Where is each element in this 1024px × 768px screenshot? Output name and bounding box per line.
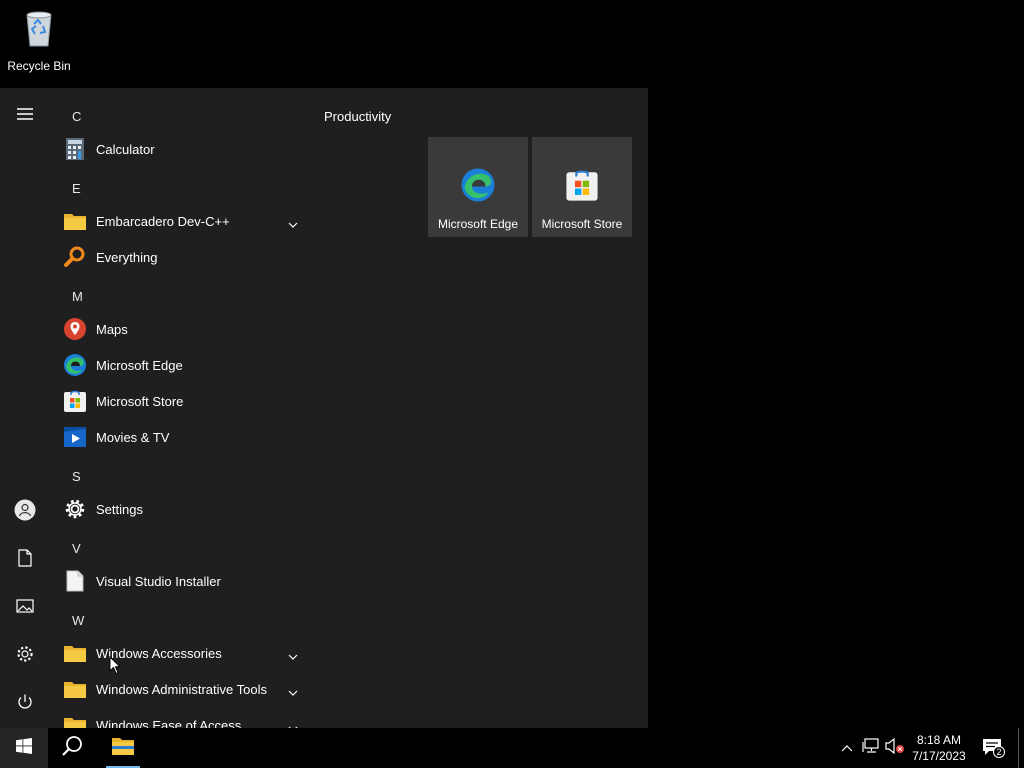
start-button[interactable] bbox=[0, 728, 48, 768]
tile-microsoft-edge[interactable]: Microsoft Edge bbox=[428, 137, 528, 237]
clock[interactable]: 8:18 AM 7/17/2023 bbox=[906, 732, 972, 764]
app-name: Maps bbox=[96, 321, 128, 337]
hamburger-menu-icon bbox=[16, 107, 34, 126]
letter-header-v[interactable]: V bbox=[72, 541, 81, 556]
app-microsoft-store[interactable]: Microsoft Store bbox=[60, 383, 306, 419]
settings-button[interactable] bbox=[0, 632, 50, 680]
power-icon bbox=[16, 693, 34, 716]
show-desktop-button[interactable] bbox=[1018, 728, 1024, 768]
app-visual-studio-installer[interactable]: Visual Studio Installer bbox=[60, 563, 306, 599]
app-name: Movies & TV bbox=[96, 429, 170, 445]
app-windows-ease-of-access[interactable]: Windows Ease of Access bbox=[60, 707, 306, 728]
app-microsoft-edge[interactable]: Microsoft Edge bbox=[60, 347, 306, 383]
documents-button[interactable] bbox=[0, 536, 50, 584]
user-account-icon bbox=[14, 499, 36, 526]
file-explorer-button[interactable] bbox=[100, 728, 146, 768]
network-button[interactable] bbox=[860, 728, 882, 768]
chevron-up-icon bbox=[841, 739, 853, 757]
volume-muted-icon bbox=[885, 737, 905, 759]
app-list: C Calculator E Embarcadero Dev-C++ Every… bbox=[50, 88, 310, 728]
edge-icon bbox=[62, 352, 88, 378]
app-name: Windows Ease of Access bbox=[96, 717, 242, 729]
folder-icon bbox=[62, 640, 88, 666]
settings-gear-icon bbox=[16, 645, 34, 668]
power-button[interactable] bbox=[0, 680, 50, 728]
expand-menu-button[interactable] bbox=[0, 92, 50, 140]
chevron-down-icon[interactable] bbox=[288, 683, 298, 701]
app-windows-administrative-tools[interactable]: Windows Administrative Tools bbox=[60, 671, 306, 707]
app-name: Embarcadero Dev-C++ bbox=[96, 213, 230, 229]
app-calculator[interactable]: Calculator bbox=[60, 131, 306, 167]
desktop-icon-label: Recycle Bin bbox=[7, 59, 71, 73]
app-name: Calculator bbox=[96, 141, 155, 157]
edge-icon bbox=[460, 167, 496, 203]
chevron-down-icon[interactable] bbox=[288, 647, 298, 665]
maps-pin-icon bbox=[62, 316, 88, 342]
tile-microsoft-store[interactable]: Microsoft Store bbox=[532, 137, 632, 237]
show-hidden-icons-button[interactable] bbox=[838, 728, 856, 768]
network-icon bbox=[862, 737, 880, 759]
letter-header-m[interactable]: M bbox=[72, 289, 83, 304]
folder-icon bbox=[62, 208, 88, 234]
documents-icon bbox=[17, 548, 33, 572]
app-embarcadero-dev-cpp[interactable]: Embarcadero Dev-C++ bbox=[60, 203, 306, 239]
folder-icon bbox=[62, 712, 88, 728]
app-name: Settings bbox=[96, 501, 143, 517]
app-name: Microsoft Store bbox=[96, 393, 184, 409]
app-movies-tv[interactable]: Movies & TV bbox=[60, 419, 306, 455]
folder-icon bbox=[62, 676, 88, 702]
clock-date: 7/17/2023 bbox=[912, 749, 966, 763]
chevron-down-icon[interactable] bbox=[288, 215, 298, 233]
clock-time: 8:18 AM bbox=[916, 733, 962, 747]
file-explorer-icon bbox=[111, 736, 135, 761]
tile-group-title[interactable]: Productivity bbox=[324, 109, 391, 124]
app-windows-accessories[interactable]: Windows Accessories bbox=[60, 635, 306, 671]
magnifier-icon bbox=[62, 244, 88, 270]
notification-icon: 2 bbox=[982, 738, 1005, 758]
taskbar: 8:18 AM 7/17/2023 2 bbox=[0, 728, 1024, 768]
chevron-down-icon[interactable] bbox=[288, 719, 298, 728]
tiles-area: Productivity Microsoft Edge Microsoft St… bbox=[310, 88, 648, 728]
calculator-icon bbox=[62, 136, 88, 162]
windows-start-icon bbox=[16, 737, 32, 759]
pictures-button[interactable] bbox=[0, 584, 50, 632]
letter-header-e[interactable]: E bbox=[72, 181, 81, 196]
app-maps[interactable]: Maps bbox=[60, 311, 306, 347]
store-icon bbox=[564, 167, 600, 203]
action-center-button[interactable]: 2 bbox=[978, 728, 1008, 768]
desktop-icon-recycle-bin[interactable]: Recycle Bin bbox=[4, 6, 74, 76]
tile-label: Microsoft Edge bbox=[437, 217, 519, 231]
app-name: Windows Administrative Tools bbox=[96, 681, 267, 697]
movies-tv-icon bbox=[62, 424, 88, 450]
app-settings[interactable]: Settings bbox=[60, 491, 306, 527]
volume-button[interactable] bbox=[884, 728, 906, 768]
tile-label: Microsoft Store bbox=[541, 217, 623, 231]
letter-header-w[interactable]: W bbox=[72, 613, 84, 628]
letter-header-s[interactable]: S bbox=[72, 469, 81, 484]
app-name: Everything bbox=[96, 249, 158, 265]
app-name: Visual Studio Installer bbox=[96, 573, 221, 589]
app-everything[interactable]: Everything bbox=[60, 239, 306, 275]
start-menu: C Calculator E Embarcadero Dev-C++ Every… bbox=[0, 88, 648, 728]
search-button[interactable] bbox=[48, 728, 96, 768]
file-icon bbox=[62, 568, 88, 594]
notification-count-badge: 2 bbox=[993, 746, 1005, 758]
pictures-icon bbox=[16, 598, 34, 619]
store-icon bbox=[62, 388, 88, 414]
letter-header-c[interactable]: C bbox=[72, 109, 81, 124]
gear-icon bbox=[62, 496, 88, 522]
mouse-cursor-icon bbox=[109, 655, 122, 680]
user-account-button[interactable] bbox=[0, 488, 50, 536]
start-rail bbox=[0, 88, 50, 728]
recycle-bin-icon bbox=[17, 6, 61, 55]
app-name: Microsoft Edge bbox=[96, 357, 183, 373]
search-icon bbox=[61, 735, 83, 762]
